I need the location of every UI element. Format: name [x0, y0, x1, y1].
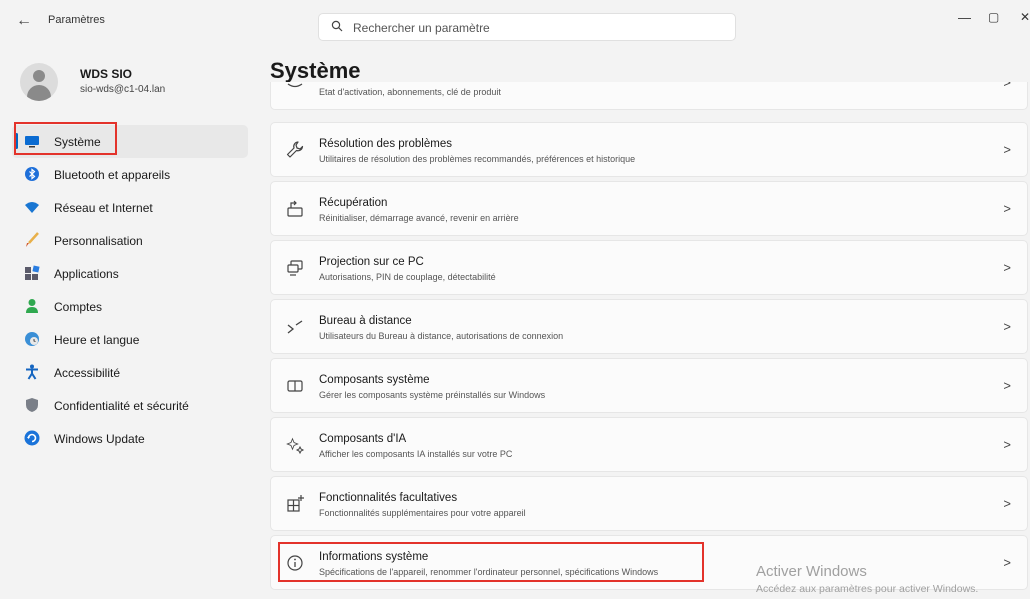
- globe-clock-icon: [24, 331, 40, 347]
- chevron-right-icon: >: [1003, 496, 1011, 511]
- settings-card-composants-systeme[interactable]: Composants système Gérer les composants …: [270, 358, 1028, 413]
- shield-icon: [24, 397, 40, 413]
- sidebar-nav: Système Bluetooth et appareils Réseau et…: [12, 125, 248, 455]
- chevron-right-icon: >: [1003, 437, 1011, 452]
- sidebar-item-label: Confidentialité et sécurité: [54, 399, 189, 413]
- projection-icon: [285, 258, 305, 278]
- back-arrow-icon[interactable]: ←: [16, 12, 32, 30]
- page-title: Système: [270, 58, 361, 83]
- search-box[interactable]: [318, 13, 736, 41]
- monitor-icon: [24, 133, 40, 149]
- watermark-title: Activer Windows: [756, 563, 867, 580]
- title-bar: ← Paramètres — ▢ ✕: [0, 0, 1030, 44]
- optional-features-icon: [285, 494, 305, 514]
- card-title: Informations système: [319, 551, 429, 563]
- sidebar-item-reseau[interactable]: Réseau et Internet: [12, 191, 248, 224]
- bluetooth-icon: [24, 166, 40, 182]
- chevron-right-icon: >: [1003, 378, 1011, 393]
- sidebar-item-bluetooth[interactable]: Bluetooth et appareils: [12, 158, 248, 191]
- sidebar-item-accessibilite[interactable]: Accessibilité: [12, 356, 248, 389]
- card-subtitle: Fonctionnalités supplémentaires pour vot…: [319, 508, 526, 518]
- sidebar-item-label: Réseau et Internet: [54, 201, 153, 215]
- sidebar-item-applications[interactable]: Applications: [12, 257, 248, 290]
- card-subtitle: Gérer les composants système préinstallé…: [319, 390, 546, 400]
- sidebar-item-systeme[interactable]: Système: [12, 125, 248, 158]
- avatar[interactable]: [20, 63, 58, 101]
- sidebar-item-label: Accessibilité: [54, 366, 121, 380]
- card-title: Bureau à distance: [319, 315, 412, 327]
- sidebar-item-label: Windows Update: [54, 432, 145, 446]
- settings-list: Etat d'activation, abonnements, clé de p…: [270, 82, 1030, 599]
- card-title: Résolution des problèmes: [319, 138, 452, 150]
- settings-card-projection[interactable]: Projection sur ce PC Autorisations, PIN …: [270, 240, 1028, 295]
- card-subtitle: Afficher les composants IA installés sur…: [319, 449, 513, 459]
- recovery-icon: [285, 199, 305, 219]
- settings-card-recuperation[interactable]: Récupération Réinitialiser, démarrage av…: [270, 181, 1028, 236]
- close-button[interactable]: ✕: [1020, 10, 1030, 24]
- sidebar-item-label: Système: [54, 135, 101, 149]
- card-subtitle: Autorisations, PIN de couplage, détectab…: [319, 272, 496, 282]
- wifi-icon: [24, 199, 40, 215]
- card-subtitle: Utilitaires de résolution des problèmes …: [319, 154, 636, 164]
- sidebar-item-label: Heure et langue: [54, 333, 140, 347]
- card-title: Récupération: [319, 197, 388, 209]
- settings-card-composants-ia[interactable]: Composants d'IA Afficher les composants …: [270, 417, 1028, 472]
- activation-watermark: Activer Windows Accédez aux paramètres p…: [756, 563, 978, 595]
- person-icon: [24, 298, 40, 314]
- sidebar-item-label: Applications: [54, 267, 119, 281]
- active-indicator: [15, 133, 18, 149]
- card-subtitle: Réinitialiser, démarrage avancé, revenir…: [319, 213, 519, 223]
- card-title: Projection sur ce PC: [319, 256, 424, 268]
- sidebar-item-windows-update[interactable]: Windows Update: [12, 422, 248, 455]
- sidebar-item-label: Bluetooth et appareils: [54, 168, 171, 182]
- apps-icon: [24, 265, 40, 281]
- user-email: sio-wds@c1-04.lan: [80, 84, 166, 95]
- card-subtitle: Etat d'activation, abonnements, clé de p…: [319, 87, 501, 97]
- card-title: Composants d'IA: [319, 433, 407, 445]
- sidebar-item-personnalisation[interactable]: Personnalisation: [12, 224, 248, 257]
- card-subtitle: Spécifications de l'appareil, renommer l…: [319, 567, 659, 577]
- sidebar-item-comptes[interactable]: Comptes: [12, 290, 248, 323]
- chevron-right-icon: >: [1003, 319, 1011, 334]
- chevron-right-icon: >: [1003, 201, 1011, 216]
- info-icon: [285, 553, 305, 573]
- card-subtitle: Utilisateurs du Bureau à distance, autor…: [319, 331, 564, 341]
- update-icon: [24, 430, 40, 446]
- settings-card-fonctionnalites[interactable]: Fonctionnalités facultatives Fonctionnal…: [270, 476, 1028, 531]
- search-icon: [331, 20, 343, 35]
- card-title: Fonctionnalités facultatives: [319, 492, 458, 504]
- chevron-right-icon: >: [1003, 82, 1011, 90]
- chevron-right-icon: >: [1003, 142, 1011, 157]
- ai-sparkle-icon: [285, 435, 305, 455]
- activation-icon: [285, 82, 305, 93]
- watermark-text: Accédez aux paramètres pour activer Wind…: [756, 583, 979, 595]
- sidebar-item-confidentialite[interactable]: Confidentialité et sécurité: [12, 389, 248, 422]
- minimize-button[interactable]: —: [958, 10, 971, 25]
- wrench-icon: [285, 140, 305, 160]
- sidebar-item-label: Personnalisation: [54, 234, 143, 248]
- accessibility-icon: [24, 364, 40, 380]
- settings-card-depannage[interactable]: Résolution des problèmes Utilitaires de …: [270, 122, 1028, 177]
- chevron-right-icon: >: [1003, 260, 1011, 275]
- card-title: Composants système: [319, 374, 430, 386]
- sidebar-item-label: Comptes: [54, 300, 103, 314]
- chevron-right-icon: >: [1003, 555, 1011, 570]
- maximize-button[interactable]: ▢: [988, 10, 999, 24]
- user-name: WDS SIO: [80, 67, 133, 81]
- search-input[interactable]: [351, 17, 725, 39]
- app-title: Paramètres: [48, 14, 105, 26]
- sidebar-item-heure[interactable]: Heure et langue: [12, 323, 248, 356]
- remote-desktop-icon: [285, 317, 305, 337]
- settings-card-bureau-distance[interactable]: Bureau à distance Utilisateurs du Bureau…: [270, 299, 1028, 354]
- system-components-icon: [285, 376, 305, 396]
- settings-card-activation[interactable]: Etat d'activation, abonnements, clé de p…: [270, 82, 1028, 110]
- brush-icon: [24, 232, 40, 248]
